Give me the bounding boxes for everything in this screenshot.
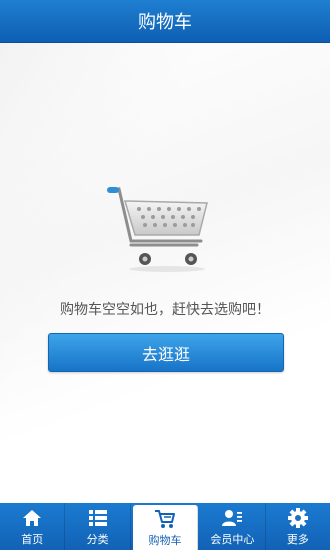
- go-shopping-button-label: 去逛逛: [141, 344, 190, 364]
- tab-category-label: 分类: [86, 532, 109, 546]
- empty-cart-illustration-icon: [107, 187, 208, 272]
- tab-member-center[interactable]: 会员中心: [200, 503, 266, 550]
- cart-icon: [155, 509, 176, 528]
- page-title: 购物车: [138, 12, 192, 33]
- list-icon: [88, 509, 107, 526]
- background-glow: [0, 43, 330, 503]
- member-icon: [222, 509, 243, 526]
- gear-icon: [287, 507, 308, 528]
- tab-more[interactable]: 更多: [266, 503, 330, 550]
- home-icon: [23, 509, 42, 526]
- top-bar: 购物车: [0, 0, 330, 43]
- tab-member-center-label: 会员中心: [210, 532, 255, 546]
- tab-more-label: 更多: [286, 532, 309, 546]
- tab-cart-label: 购物车: [148, 533, 182, 547]
- tab-category[interactable]: 分类: [65, 503, 131, 550]
- go-shopping-button[interactable]: 去逛逛: [48, 333, 284, 372]
- cart-empty-area: 购物车空空如也，赶快去选购吧！ 去逛逛: [0, 43, 330, 503]
- tab-home-label: 首页: [21, 532, 44, 546]
- tab-cart[interactable]: 购物车: [132, 505, 199, 550]
- tab-home[interactable]: 首页: [0, 503, 66, 550]
- empty-cart-message: 购物车空空如也，赶快去选购吧！: [60, 302, 270, 318]
- bottom-tab-bar: 首页 分类 购物车 会员中心 更多: [0, 503, 330, 550]
